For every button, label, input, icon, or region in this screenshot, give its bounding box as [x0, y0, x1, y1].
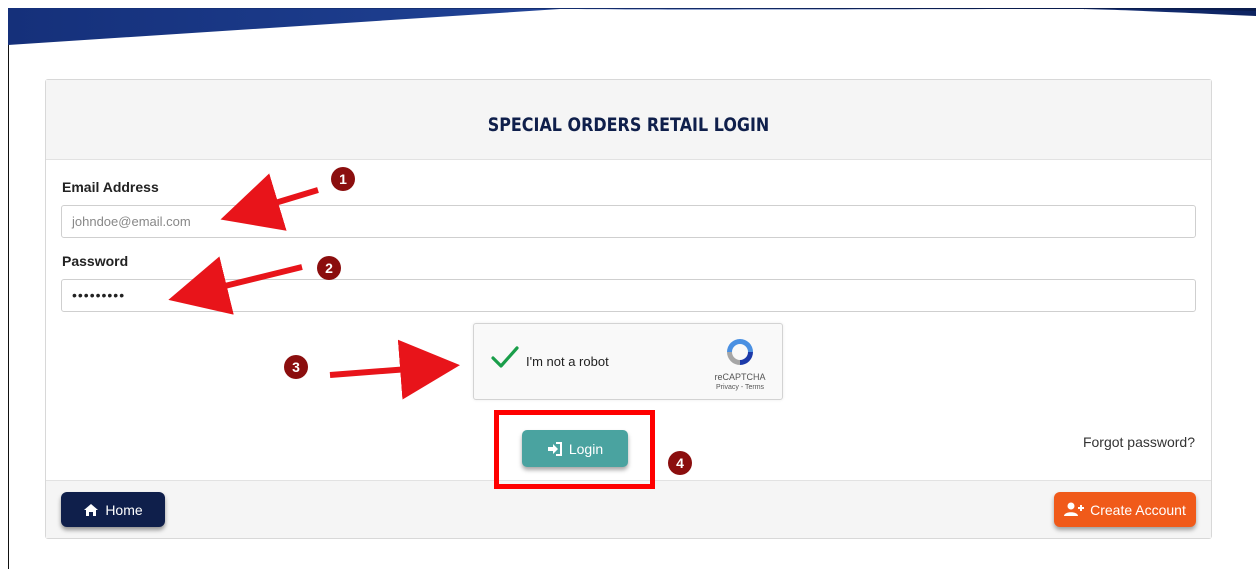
password-label: Password [62, 253, 129, 269]
home-button-label: Home [105, 501, 143, 518]
step-badge-3: 3 [284, 355, 308, 379]
recaptcha-logo-icon [727, 339, 753, 365]
recaptcha-label: I'm not a robot [526, 354, 609, 369]
home-icon [84, 503, 99, 516]
card-header: SPECIAL ORDERS RETAIL LOGIN [46, 80, 1211, 160]
forgot-password-link[interactable]: Forgot password? [1083, 434, 1195, 450]
recaptcha-brand: reCAPTCHA [714, 372, 766, 382]
email-label: Email Address [62, 179, 159, 195]
create-account-label: Create Account [1090, 501, 1186, 518]
login-highlight-box [494, 410, 655, 489]
page-title: SPECIAL ORDERS RETAIL LOGIN [487, 114, 770, 136]
password-field[interactable]: ••••••••• [61, 279, 1196, 312]
header-banner [8, 8, 1256, 45]
step-badge-4: 4 [668, 451, 692, 475]
step-badge-2: 2 [317, 256, 341, 280]
email-field[interactable]: johndoe@email.com [61, 205, 1196, 238]
home-button[interactable]: Home [61, 492, 165, 527]
step-badge-1: 1 [331, 167, 355, 191]
recaptcha-terms[interactable]: Privacy - Terms [704, 384, 776, 391]
create-account-button[interactable]: Create Account [1054, 492, 1196, 527]
recaptcha-widget[interactable]: I'm not a robot reCAPTCHA Privacy - Term… [473, 323, 783, 400]
add-user-icon [1064, 502, 1085, 516]
checkmark-icon[interactable] [490, 344, 520, 370]
